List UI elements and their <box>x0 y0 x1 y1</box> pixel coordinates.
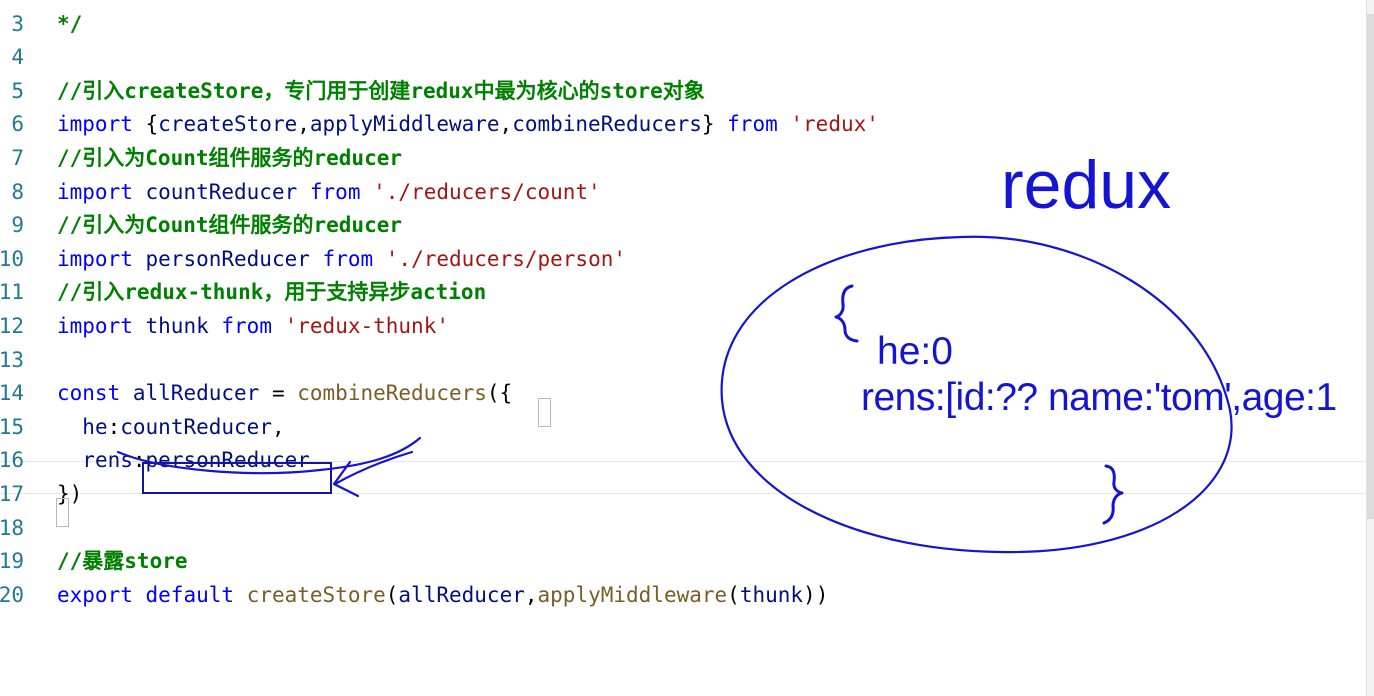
annotation-he-line: he:0 <box>877 330 953 373</box>
annotation-title: redux <box>1001 147 1172 223</box>
annotation-rens-line: rens:[id:?? name:'tom',age:1 <box>861 376 1337 419</box>
editor-screenshot: 2 该文件专门用于暴露一个store对象，整个应用只有一个store对象3*/4… <box>0 0 1374 696</box>
handwritten-annotation-layer: redux he:0 rens:[id:?? name:'tom',age:1 <box>0 0 1374 696</box>
pen-strokes <box>116 235 1233 554</box>
close-brace-stroke <box>1102 464 1124 525</box>
open-brace-stroke <box>834 284 859 343</box>
arrow-curve-stroke <box>116 436 422 475</box>
